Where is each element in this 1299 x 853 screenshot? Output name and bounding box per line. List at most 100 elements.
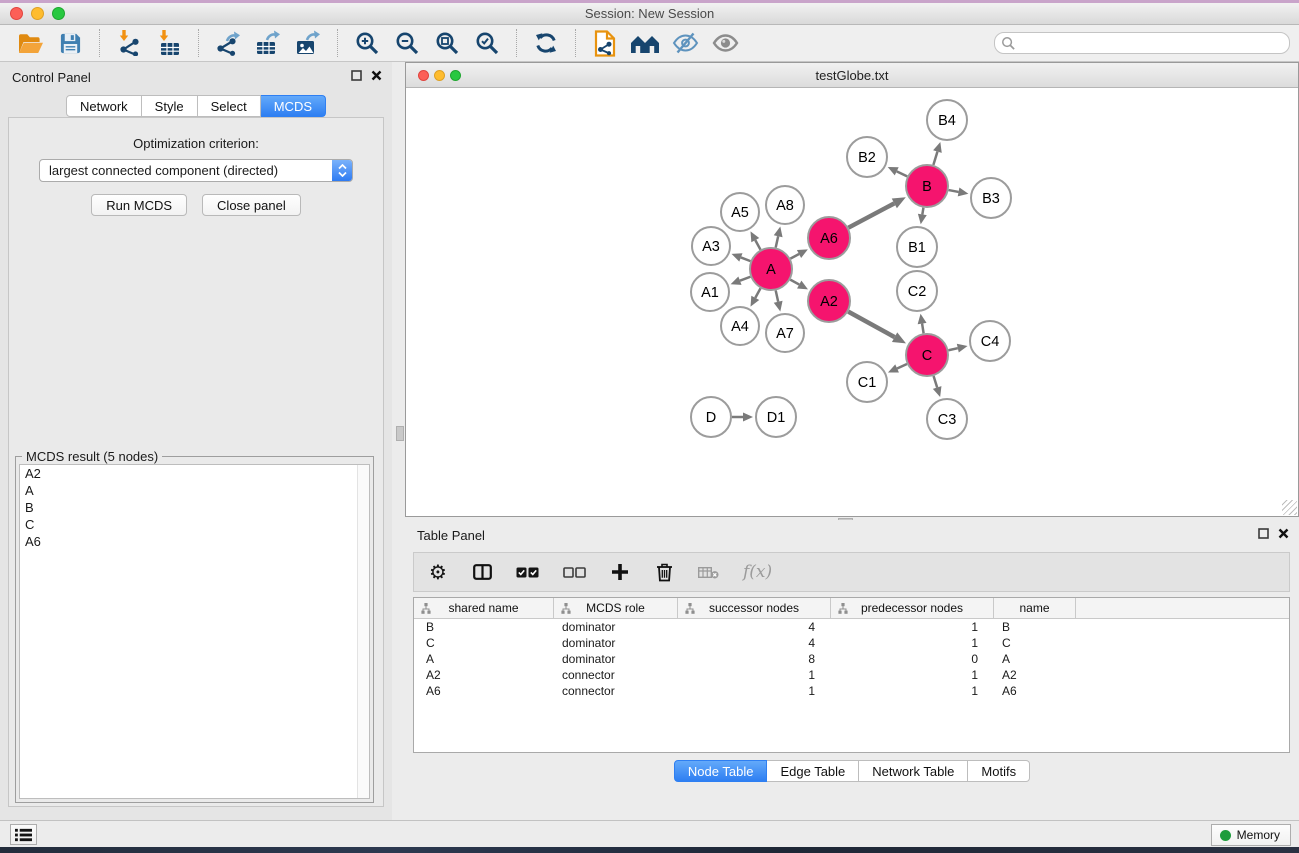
result-item[interactable]: A6 [20,533,369,550]
refresh-button[interactable] [531,28,561,58]
function-builder-button[interactable]: f(x) [743,562,772,582]
graph-node-C2[interactable]: C2 [897,271,937,311]
graph-edge-B-B1[interactable] [922,208,923,215]
graph-edge-A-A5[interactable] [755,240,760,250]
graph-node-B2[interactable]: B2 [847,137,887,177]
column-header-mcds-role[interactable]: MCDS role [554,598,678,618]
zoom-selected-button[interactable] [472,28,502,58]
column-header-predecessor-nodes[interactable]: predecessor nodes [831,598,994,618]
mcds-result-list[interactable]: A2 A B C A6 [19,464,370,799]
table-row[interactable]: A6 connector 1 1 A6 [414,683,1289,699]
graph-node-D[interactable]: D [691,397,731,437]
add-column-button[interactable] [610,563,630,581]
graph-edge-A-A1[interactable] [740,277,750,281]
graph-edge-A-A8[interactable] [776,236,778,247]
export-image-button[interactable] [293,28,323,58]
table-row[interactable]: B dominator 4 1 B [414,619,1289,635]
graph-node-A4[interactable]: A4 [721,307,759,345]
float-panel-icon[interactable] [1258,528,1269,539]
result-item[interactable]: B [20,499,369,516]
zoom-out-button[interactable] [392,28,422,58]
criterion-select[interactable]: largest connected component (directed) [39,159,353,182]
network-window-titlebar[interactable]: testGlobe.txt [406,63,1298,88]
close-panel-button[interactable]: Close panel [202,194,301,216]
export-table-button[interactable] [253,28,283,58]
graph-edge-A-A6[interactable] [790,254,799,259]
tab-network[interactable]: Network [66,95,142,117]
graph-edge-C-C2[interactable] [922,324,924,334]
graph-edge-B-B3[interactable] [949,190,959,192]
table-row[interactable]: A2 connector 1 1 A2 [414,667,1289,683]
close-panel-icon[interactable] [1278,528,1289,539]
graph-edge-B-B4[interactable] [933,152,937,165]
graph-node-D1[interactable]: D1 [756,397,796,437]
graph-edge-C-C3[interactable] [934,376,938,388]
close-panel-icon[interactable] [371,70,382,81]
graph-node-C[interactable]: C [906,334,948,376]
graph-node-C3[interactable]: C3 [927,399,967,439]
tab-motifs[interactable]: Motifs [968,760,1030,782]
window-resize-grip[interactable] [1282,500,1297,515]
network-from-document-button[interactable] [590,28,620,58]
graph-node-A3[interactable]: A3 [692,227,730,265]
home-button[interactable] [630,28,660,58]
show-columns-button[interactable] [472,564,492,580]
graph-edge-A-A3[interactable] [741,257,751,261]
graph-edge-A-A4[interactable] [755,288,760,298]
graph-edge-A2-C[interactable] [848,312,894,338]
result-item[interactable]: A2 [20,465,369,482]
graph-edge-A-A7[interactable] [776,290,778,301]
select-all-button[interactable] [516,567,539,578]
show-log-button[interactable] [10,824,37,845]
network-graph[interactable]: B4B2BB3A5A8A6A3B1AA1C2A2A4A7C4CC1C3DD1 [406,88,1298,516]
graph-node-A5[interactable]: A5 [721,193,759,231]
run-mcds-button[interactable]: Run MCDS [91,194,187,216]
tab-style[interactable]: Style [142,95,198,117]
column-header-shared-name[interactable]: shared name [414,598,554,618]
graph-node-A6[interactable]: A6 [808,217,850,259]
tab-node-table[interactable]: Node Table [674,760,768,782]
import-network-button[interactable] [114,28,144,58]
graph-edge-C-C1[interactable] [897,364,907,368]
tab-network-table[interactable]: Network Table [859,760,968,782]
graph-node-B1[interactable]: B1 [897,227,937,267]
export-network-button[interactable] [213,28,243,58]
graph-edge-C-C4[interactable] [948,348,957,350]
save-session-button[interactable] [55,28,85,58]
graph-node-B[interactable]: B [906,165,948,207]
graph-edge-A6-B[interactable] [848,203,894,227]
tab-mcds[interactable]: MCDS [261,95,326,117]
delete-column-button[interactable] [654,563,674,582]
split-divider-handle[interactable] [396,426,404,441]
hide-glyphs-button[interactable] [670,28,700,58]
result-item[interactable]: C [20,516,369,533]
table-settings-button[interactable]: ⚙ [428,562,448,582]
float-panel-icon[interactable] [351,70,362,81]
column-header-successor-nodes[interactable]: successor nodes [678,598,831,618]
tab-select[interactable]: Select [198,95,261,117]
result-scrollbar[interactable] [357,465,369,798]
table-row[interactable]: C dominator 4 1 C [414,635,1289,651]
graph-node-C4[interactable]: C4 [970,321,1010,361]
table-row[interactable]: A dominator 8 0 A [414,651,1289,667]
show-glyphs-button[interactable] [710,28,740,58]
graph-node-B3[interactable]: B3 [971,178,1011,218]
result-item[interactable]: A [20,482,369,499]
graph-node-B4[interactable]: B4 [927,100,967,140]
graph-node-A8[interactable]: A8 [766,186,804,224]
deselect-all-button[interactable] [563,567,586,578]
graph-node-C1[interactable]: C1 [847,362,887,402]
open-file-button[interactable] [15,28,45,58]
graph-node-A1[interactable]: A1 [691,273,729,311]
graph-node-A7[interactable]: A7 [766,314,804,352]
search-input[interactable] [1016,34,1289,52]
tab-edge-table[interactable]: Edge Table [767,760,859,782]
zoom-fit-button[interactable] [432,28,462,58]
graph-edge-B-B2[interactable] [897,171,907,176]
column-header-name[interactable]: name [994,598,1076,618]
import-table-button[interactable] [154,28,184,58]
graph-node-A2[interactable]: A2 [808,280,850,322]
zoom-in-button[interactable] [352,28,382,58]
delete-table-button[interactable] [698,566,719,579]
network-canvas[interactable]: B4B2BB3A5A8A6A3B1AA1C2A2A4A7C4CC1C3DD1 [406,88,1298,516]
